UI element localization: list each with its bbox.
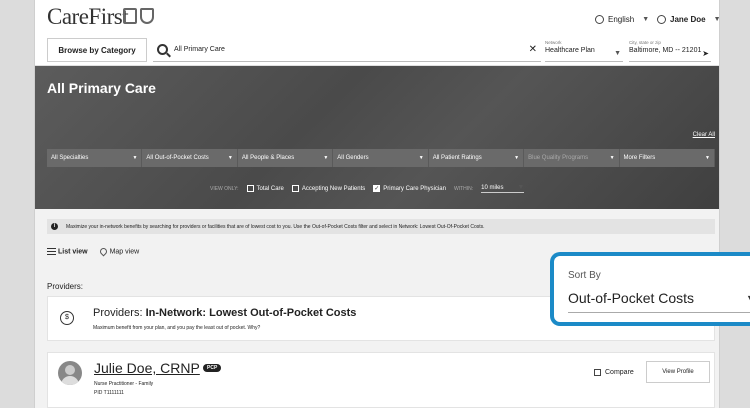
chevron-down-icon: ▼ — [132, 155, 138, 161]
search-query: All Primary Care — [174, 46, 225, 53]
list-icon — [47, 248, 56, 255]
chevron-down-icon: ▼ — [517, 184, 525, 191]
checkbox-total-care[interactable]: Total Care — [246, 185, 284, 192]
sort-underline — [568, 312, 750, 313]
checkbox-pcp[interactable]: ✓ Primary Care Physician — [373, 185, 446, 192]
compare-checkbox[interactable]: Compare — [594, 369, 634, 376]
info-banner: i Maximize your in-network benefits by s… — [47, 219, 715, 234]
chevron-down-icon: ▼ — [713, 16, 720, 23]
checkbox-label: Accepting New Patients — [301, 185, 366, 192]
chevron-down-icon: ▼ — [642, 16, 650, 23]
list-view-label: List view — [58, 248, 88, 256]
dollar-icon: $ — [60, 311, 74, 325]
clear-all-link[interactable]: Clear All — [693, 132, 715, 138]
cross-icon — [123, 8, 137, 24]
filter-label: All Patient Ratings — [432, 155, 482, 161]
provider-specialty: Nurse Practitioner - Family — [94, 381, 154, 387]
location-input[interactable]: City, state or zip Baltimore, MD -- 2120… — [629, 38, 711, 62]
cost-card-title: Providers: In-Network: Lowest Out-of-Poc… — [93, 307, 356, 319]
map-view-tab[interactable]: Map view — [98, 246, 140, 257]
language-label: English — [608, 15, 635, 24]
close-icon[interactable]: ✕ — [529, 44, 537, 55]
map-view-label: Map view — [109, 248, 140, 256]
map-pin-icon — [98, 246, 109, 257]
search-icon — [157, 44, 168, 55]
checkbox-box[interactable] — [291, 185, 299, 192]
filter-label: More Filters — [623, 155, 656, 161]
network-value: Healthcare Plan — [545, 47, 595, 54]
chevron-down-icon: ▼ — [514, 155, 520, 161]
cost-card-title-bold: In-Network: Lowest Out-of-Pocket Costs — [145, 307, 357, 319]
checkbox-box[interactable] — [246, 185, 254, 192]
providers-heading: Providers: — [47, 282, 84, 291]
checkbox-label: Total Care — [256, 185, 284, 192]
location-value: Baltimore, MD -- 21201 — [629, 47, 702, 54]
top-bar: CareFirst English ▼ Jane Doe ▼ — [35, 0, 720, 36]
filter-label: Blue Quality Programs — [528, 155, 589, 161]
chevron-down-icon: ▼ — [746, 293, 750, 303]
filter-people-places[interactable]: All People & Places ▼ — [238, 149, 334, 167]
sort-by-value: Out-of-Pocket Costs — [568, 290, 695, 306]
checkbox-label: Primary Care Physician — [383, 185, 446, 192]
user-menu[interactable]: Jane Doe ▼ — [657, 15, 720, 24]
page-frame: CareFirst English ▼ Jane Doe ▼ Browse by… — [34, 0, 720, 408]
browse-category-button[interactable]: Browse by Category — [47, 38, 147, 62]
filter-more[interactable]: More Filters ▼ — [620, 149, 715, 167]
chevron-down-icon: ▼ — [323, 155, 329, 161]
filter-label: All People & Places — [241, 155, 295, 161]
sort-by-label: Sort By — [568, 270, 601, 281]
filter-genders[interactable]: All Genders ▼ — [333, 149, 429, 167]
filter-blue-quality[interactable]: Blue Quality Programs ▼ — [524, 149, 620, 167]
info-text: Maximize your in-network benefits by sea… — [66, 223, 485, 230]
cost-card-subtitle: Maximum benefit from your plan, and you … — [93, 325, 261, 331]
within-label: WITHIN: — [453, 185, 474, 192]
page-title: All Primary Care — [47, 80, 156, 96]
sort-by-select[interactable]: Sort By Out-of-Pocket Costs ▼ — [550, 252, 750, 326]
filter-patient-ratings[interactable]: All Patient Ratings ▼ — [429, 149, 525, 167]
filter-bar: All Specialties ▼ All Out-of-Pocket Costs… — [47, 149, 715, 167]
compare-label: Compare — [605, 369, 634, 376]
filter-label: All Genders — [337, 155, 369, 161]
shield-icon — [140, 8, 154, 24]
chevron-down-icon: ▼ — [614, 50, 621, 57]
filter-specialties[interactable]: All Specialties ▼ — [47, 149, 143, 167]
filter-label: All Specialties — [51, 155, 89, 161]
logo[interactable]: CareFirst — [47, 4, 129, 30]
provider-card: Julie Doe, CRNP PCP Nurse Practitioner -… — [47, 352, 715, 408]
check-icon[interactable]: ✓ — [373, 185, 381, 192]
network-label: Network — [545, 40, 562, 45]
location-label: City, state or zip — [629, 40, 661, 45]
filter-label: All Out-of-Pocket Costs — [146, 155, 209, 161]
within-value: 10 miles — [481, 184, 504, 191]
chevron-down-icon: ▼ — [418, 155, 424, 161]
chevron-down-icon: ▼ — [609, 155, 615, 161]
view-toggle: List view Map view — [47, 246, 140, 257]
logo-icons — [123, 8, 154, 24]
filter-out-of-pocket[interactable]: All Out-of-Pocket Costs ▼ — [142, 149, 238, 167]
checkbox-accepting-new[interactable]: Accepting New Patients — [291, 185, 366, 192]
chevron-down-icon: ▼ — [705, 155, 710, 161]
view-only-row: VIEW ONLY: Total Care Accepting New Pati… — [210, 184, 525, 193]
provider-name-link[interactable]: Julie Doe, CRNP — [94, 360, 200, 376]
view-profile-button[interactable]: View Profile — [646, 361, 710, 383]
view-only-label: VIEW ONLY: — [210, 185, 239, 192]
list-view-tab[interactable]: List view — [47, 248, 88, 255]
language-selector[interactable]: English ▼ — [595, 15, 649, 24]
checkbox-box[interactable] — [594, 369, 601, 376]
avatar — [58, 361, 82, 385]
network-select[interactable]: Network Healthcare Plan ▼ — [545, 38, 623, 62]
search-input[interactable]: All Primary Care ✕ — [153, 38, 541, 62]
user-name: Jane Doe — [670, 15, 706, 24]
globe-icon — [595, 15, 604, 24]
user-icon — [657, 15, 666, 24]
pcp-badge: PCP — [203, 364, 222, 372]
location-arrow-icon[interactable]: ➤ — [702, 49, 709, 58]
cost-card-title-prefix: Providers: — [93, 307, 146, 319]
provider-pid: PID T1111111 — [94, 390, 124, 396]
info-icon: i — [51, 223, 58, 230]
within-select[interactable]: 10 miles ▼ — [481, 184, 525, 193]
chevron-down-icon: ▼ — [227, 155, 233, 161]
search-row: Browse by Category All Primary Care ✕ Ne… — [35, 36, 719, 66]
hero-banner: All Primary Care Clear All All Specialti… — [35, 66, 719, 209]
